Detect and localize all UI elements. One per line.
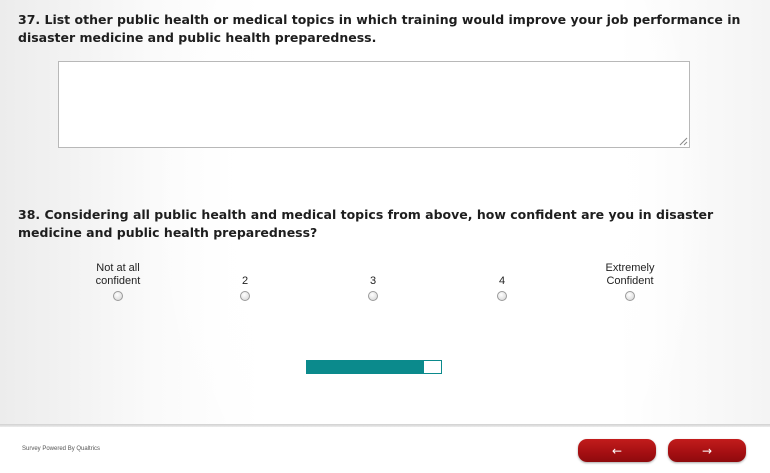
scale-label-extremely-confident: Extremely Confident [605,262,655,287]
scale-option-3[interactable]: 3 [318,262,428,312]
question-38-text: 38. Considering all public health and me… [18,207,714,240]
resize-grip-icon[interactable] [679,137,688,146]
scale-option-2[interactable]: 2 [190,262,300,312]
scale-label-not-at-all-confident: Not at all confident [95,262,141,287]
question-37-text: 37. List other public health or medical … [18,12,741,45]
question-37-answer-textarea[interactable] [58,61,690,148]
back-button[interactable]: ← [578,439,656,462]
scale-label-4: 4 [498,275,506,287]
right-arrow-icon: → [701,443,713,458]
progress-bar-fill [307,361,424,373]
scale-option-5[interactable]: Extremely Confident [575,262,685,312]
next-button[interactable]: → [668,439,746,462]
left-arrow-icon: ← [611,443,623,458]
scale-label-3: 3 [369,275,377,287]
progress-bar [306,360,442,374]
radio-not-at-all-confident[interactable] [113,291,123,301]
powered-by-qualtrics-link[interactable]: Survey Powered By Qualtrics [22,446,100,452]
radio-4[interactable] [497,291,507,301]
scale-label-2: 2 [241,275,249,287]
radio-extremely-confident[interactable] [625,291,635,301]
radio-2[interactable] [240,291,250,301]
radio-3[interactable] [368,291,378,301]
scale-option-1[interactable]: Not at all confident [63,262,173,312]
scale-option-4[interactable]: 4 [447,262,557,312]
